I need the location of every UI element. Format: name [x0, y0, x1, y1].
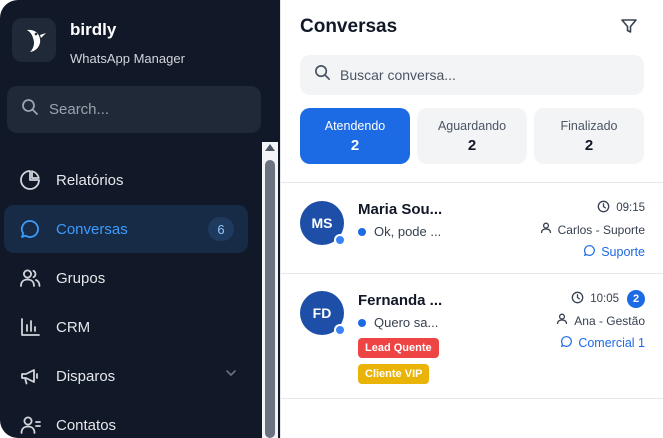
sidebar-item-label: Relatórios — [56, 171, 124, 189]
message-time: 09:15 — [597, 200, 645, 216]
clock-icon — [571, 291, 584, 307]
avatar-initials: FD — [312, 305, 332, 321]
sidebar-search[interactable] — [7, 86, 261, 133]
megaphone-icon — [18, 364, 42, 388]
sidebar-item-disparos[interactable]: Disparos — [4, 352, 248, 400]
assigned-agent: Carlos - Suporte — [540, 222, 645, 237]
sidebar-item-label: Conversas — [56, 220, 128, 238]
contacts-icon — [18, 413, 42, 437]
tab-label: Atendendo — [324, 118, 386, 133]
app-window: birdly WhatsApp Manager Relatórios Co — [0, 0, 663, 438]
contact-name: Fernanda ... — [358, 292, 443, 309]
birdly-logo — [12, 18, 56, 62]
contact-name: Maria Sou... — [358, 201, 443, 218]
pie-chart-icon — [18, 168, 42, 192]
online-status-dot — [334, 234, 346, 246]
conversations-panel: Conversas Atendendo 2 Aguardando 2 Final… — [280, 0, 663, 438]
agent-text: Carlos - Suporte — [557, 222, 645, 237]
tag-cliente-vip: Cliente VIP — [358, 364, 430, 384]
filter-button[interactable] — [618, 15, 640, 37]
brand-name: birdly — [70, 20, 117, 39]
person-icon — [540, 222, 552, 237]
department-text: Comercial 1 — [578, 336, 645, 350]
conversation-item[interactable]: MS Maria Sou... Ok, pode ... 09:15 Carlo… — [281, 183, 663, 274]
online-status-dot — [334, 324, 346, 336]
unread-dot — [358, 227, 366, 236]
conversation-search-input[interactable] — [340, 67, 630, 83]
sidebar-item-crm[interactable]: CRM — [4, 303, 248, 351]
message-preview-text: Quero sa... — [374, 315, 439, 330]
conversas-count-badge: 6 — [208, 217, 234, 241]
chat-bubble-icon — [583, 244, 596, 260]
sidebar-item-conversas[interactable]: Conversas 6 — [4, 205, 248, 253]
message-preview-text: Ok, pode ... — [374, 224, 442, 239]
time-text: 09:15 — [616, 202, 645, 214]
search-icon — [314, 64, 331, 86]
conversation-item[interactable]: FD Fernanda ... Quero sa... Lead Quente … — [281, 274, 663, 399]
sidebar-item-label: Grupos — [56, 269, 106, 287]
page-title: Conversas — [300, 16, 398, 37]
sidebar-item-label: Contatos — [56, 416, 117, 434]
tab-label: Aguardando — [437, 118, 507, 133]
message-time: 10:05 2 — [571, 290, 645, 308]
brand: birdly WhatsApp Manager — [12, 18, 185, 66]
sidebar-item-label: CRM — [56, 318, 91, 336]
time-text: 10:05 — [590, 293, 619, 305]
tag-lead-quente: Lead Quente — [358, 338, 439, 358]
tab-label: Finalizado — [560, 118, 618, 133]
scrollbar-thumb[interactable] — [265, 160, 275, 438]
unread-count-badge: 2 — [627, 290, 645, 308]
avatar: FD — [300, 291, 346, 336]
person-icon — [556, 313, 568, 328]
tab-count: 2 — [584, 136, 594, 154]
sidebar-scrollbar[interactable] — [262, 142, 278, 438]
conversation-search[interactable] — [300, 55, 644, 95]
avatar-initials: MS — [311, 215, 333, 231]
chat-bubble-icon — [18, 217, 42, 241]
chat-bubble-icon — [560, 335, 573, 351]
sidebar-item-contatos[interactable]: Contatos — [4, 401, 248, 438]
tab-count: 2 — [350, 136, 360, 154]
tab-atendendo[interactable]: Atendendo 2 — [300, 108, 410, 164]
search-icon — [21, 98, 39, 121]
department-link[interactable]: Suporte — [583, 244, 645, 260]
tab-aguardando[interactable]: Aguardando 2 — [417, 108, 527, 164]
department-link[interactable]: Comercial 1 — [560, 335, 645, 351]
sidebar-item-grupos[interactable]: Grupos — [4, 254, 248, 302]
tab-finalizado[interactable]: Finalizado 2 — [534, 108, 644, 164]
sidebar-search-input[interactable] — [49, 101, 239, 118]
avatar: MS — [300, 201, 346, 246]
bar-chart-icon — [18, 315, 42, 339]
status-tabs: Atendendo 2 Aguardando 2 Finalizado 2 — [300, 108, 644, 164]
conversation-list: MS Maria Sou... Ok, pode ... 09:15 Carlo… — [281, 182, 663, 399]
unread-dot — [358, 318, 366, 327]
filter-icon — [621, 19, 637, 33]
scroll-up-arrow-icon[interactable] — [265, 144, 275, 151]
assigned-agent: Ana - Gestão — [556, 313, 645, 328]
agent-text: Ana - Gestão — [574, 313, 645, 328]
department-text: Suporte — [601, 245, 645, 259]
users-icon — [18, 266, 42, 290]
message-preview: Quero sa... — [358, 315, 438, 330]
sidebar: birdly WhatsApp Manager Relatórios Co — [0, 0, 280, 438]
sidebar-nav: Relatórios Conversas 6 Grupos CRM Dispar… — [0, 156, 262, 438]
sidebar-item-label: Disparos — [56, 367, 116, 385]
tab-count: 2 — [467, 136, 477, 154]
message-preview: Ok, pode ... — [358, 224, 441, 239]
sidebar-item-relatorios[interactable]: Relatórios — [4, 156, 248, 204]
chevron-down-icon[interactable] — [224, 366, 238, 384]
brand-subtitle: WhatsApp Manager — [70, 51, 185, 66]
clock-icon — [597, 200, 610, 216]
